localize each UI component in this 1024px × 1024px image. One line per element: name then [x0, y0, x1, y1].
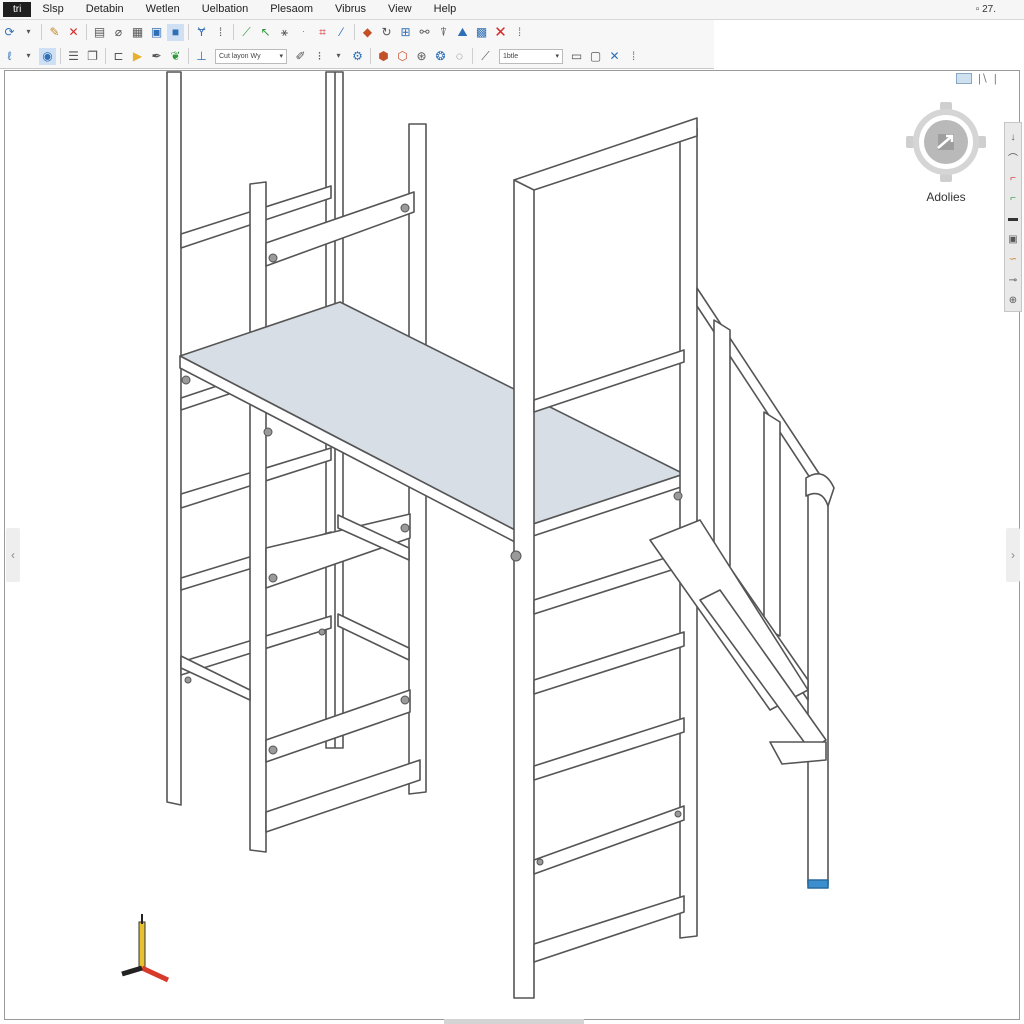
staircase [649, 287, 835, 889]
view-controls: |∖ | [956, 72, 997, 85]
navigation-bar: ↓ ⌒ ⌐ ⌐ ▬ ▣ ∽ ⊸ ⊕ [1004, 122, 1022, 312]
layer-dark-icon[interactable]: ▬ [1006, 211, 1020, 227]
restore-icon[interactable]: |∖ [978, 72, 988, 85]
orbit-icon[interactable]: ⌒ [1006, 149, 1020, 165]
settings-icon[interactable]: ⊕ [1006, 293, 1020, 309]
viewcube[interactable] [904, 100, 988, 184]
stair-foot [807, 879, 829, 889]
right-pan-arrow-icon[interactable]: › [1006, 528, 1020, 582]
close-viewport-icon[interactable]: | [994, 73, 997, 85]
look-icon[interactable]: ⊸ [1006, 272, 1020, 288]
walk-icon[interactable]: ∽ [1006, 252, 1020, 268]
zoom-green-icon[interactable]: ⌐ [1006, 190, 1020, 206]
viewport-icon[interactable] [956, 73, 972, 84]
zoom-icon[interactable]: ⌐ [1006, 170, 1020, 186]
bottom-tab[interactable] [444, 1019, 584, 1024]
pan-down-icon[interactable]: ↓ [1006, 129, 1020, 145]
ucs-axis-icon [121, 914, 170, 983]
left-pan-arrow-icon[interactable]: ‹ [6, 528, 20, 582]
viewcube-label: Adolies [926, 190, 966, 204]
cube-icon[interactable]: ▣ [1006, 231, 1020, 247]
scaffold-model[interactable] [0, 0, 1024, 1024]
